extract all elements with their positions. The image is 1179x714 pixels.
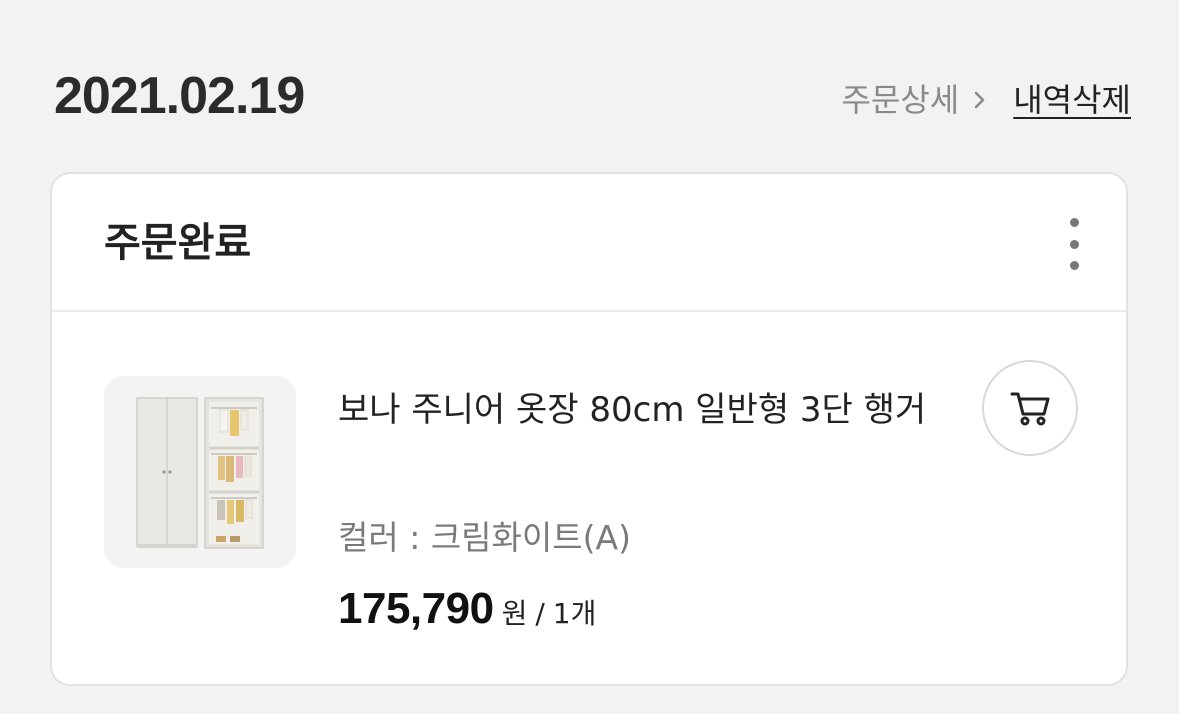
more-options-button[interactable]	[1062, 218, 1086, 270]
product-name[interactable]: 보나 주니어 옷장 80cm 일반형 3단 행거	[338, 382, 958, 438]
price-line: 175,790 원 / 1개	[338, 584, 596, 634]
order-detail-link[interactable]: 주문상세	[841, 78, 1013, 122]
add-to-cart-button[interactable]	[982, 360, 1078, 456]
delete-history-link[interactable]: 내역삭제	[1013, 78, 1131, 122]
product-price: 175,790	[338, 584, 494, 633]
product-option: 컬러 : 크림화이트(A)	[338, 518, 631, 557]
more-vertical-icon-dot	[1069, 239, 1079, 249]
cart-icon	[1010, 392, 1050, 426]
more-vertical-icon-dot	[1069, 261, 1079, 270]
product-thumbnail[interactable]	[104, 376, 296, 568]
more-vertical-icon	[1069, 218, 1079, 227]
order-card-header: 주문완료	[52, 174, 1126, 312]
order-card: 주문완료 보나 주니어 옷장 80cm 일반형 3단 행거 컬러: 크림화이트…	[50, 172, 1128, 686]
price-separator: /	[535, 597, 545, 630]
header-actions: 주문상세 내역삭제	[841, 78, 1131, 122]
order-detail-label: 주문상세	[841, 81, 960, 119]
order-date: 2021.02.19	[54, 67, 305, 125]
order-status: 주문완료	[104, 220, 252, 266]
chevron-right-icon	[974, 91, 985, 109]
wardrobe-image	[104, 376, 296, 568]
price-unit: 원	[501, 597, 528, 630]
product-quantity: 1개	[552, 597, 597, 630]
